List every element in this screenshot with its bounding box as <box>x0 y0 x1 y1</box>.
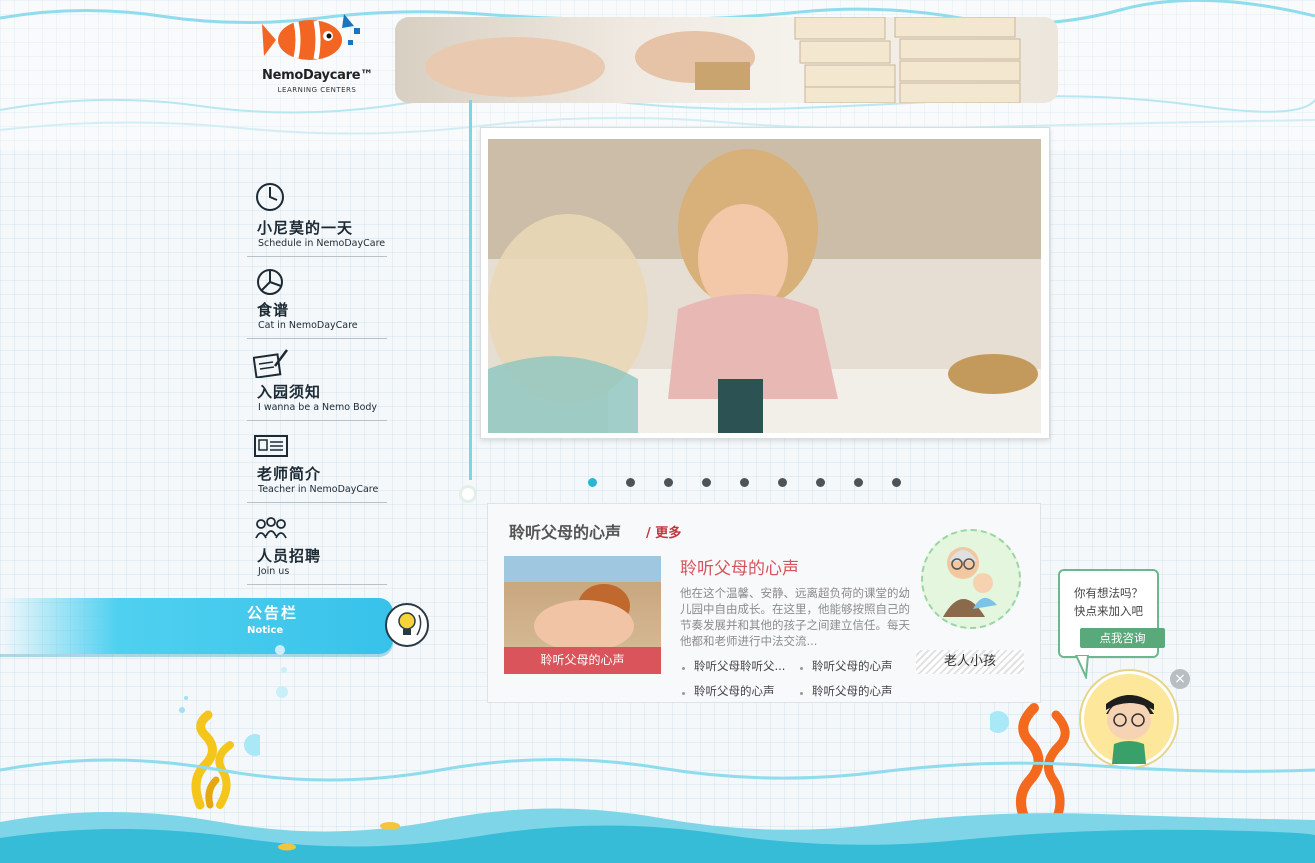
nav-label-cn: 入园须知 <box>257 383 322 401</box>
consult-bubble: 你有想法吗？ 快点来加入吧 点我咨询 <box>1058 569 1165 658</box>
nemo-daycare-logo[interactable]: NemoDaycare™ LEARNING CENTERS <box>262 10 373 102</box>
slideshow[interactable] <box>480 127 1050 439</box>
header-banner <box>395 17 1058 103</box>
article-description: 他在这个温馨、安静、远离超负荷的课堂的幼儿园中自由成长。在这里，他能够按照自己的… <box>680 586 910 648</box>
nav-label-cn: 小尼莫的一天 <box>257 219 354 237</box>
nav-label-cn: 人员招聘 <box>257 547 322 565</box>
thumbnail-caption: 聆听父母的心声 <box>504 647 661 674</box>
consult-line1: 你有想法吗？ <box>1074 586 1143 600</box>
nav-label-en: Join us <box>258 566 290 577</box>
pie-chart-icon <box>257 269 283 295</box>
nav-label-en: I wanna be a Nemo Body <box>258 402 378 413</box>
timeline-ring <box>459 485 477 503</box>
people-icon <box>255 517 287 539</box>
notepad-pen-icon <box>253 349 288 378</box>
notice-label-en: Notice <box>247 625 284 636</box>
nav-item-recruitment[interactable]: 人员招聘 Join us <box>247 512 387 585</box>
slide-dot[interactable] <box>778 478 787 487</box>
notice-label-cn: 公告栏 <box>247 604 299 622</box>
notice-tab[interactable]: 公告栏 Notice <box>0 598 393 654</box>
nav-item-admission[interactable]: 入园须知 I wanna be a Nemo Body <box>247 348 387 421</box>
tag-elderly-child[interactable]: 老人小孩 <box>916 650 1024 674</box>
nav-item-recipe[interactable]: 食谱 Cat in NemoDayCare <box>247 266 387 339</box>
lightbulb-icon[interactable] <box>385 603 429 647</box>
slide-dot[interactable] <box>892 478 901 487</box>
logo-subtitle: LEARNING CENTERS <box>277 86 357 94</box>
more-link[interactable]: / 更多 <box>646 522 681 541</box>
article-link[interactable]: 聆听父母聆听父... <box>681 658 785 674</box>
bubbles-decoration <box>275 645 288 698</box>
article-link[interactable]: 聆听父母的心声 <box>800 683 893 699</box>
logo-brand-text: NemoDaycare™ <box>262 68 373 83</box>
nav-item-schedule[interactable]: 小尼莫的一天 Schedule in NemoDayCare <box>247 182 387 257</box>
slide-photo <box>488 139 1041 433</box>
article-headline[interactable]: 聆听父母的心声 <box>680 554 799 579</box>
nav-label-en: Schedule in NemoDayCare <box>258 238 386 249</box>
close-icon[interactable]: × <box>1170 669 1190 689</box>
banner-photo <box>425 17 1021 103</box>
article-link[interactable]: 聆听父母的心声 <box>800 658 893 674</box>
id-card-icon <box>254 435 288 457</box>
article-thumbnail[interactable]: 聆听父母的心声 <box>504 556 661 674</box>
consult-line2: 快点来加入吧 <box>1074 604 1143 618</box>
slide-dot[interactable] <box>702 478 711 487</box>
sea-wave-decoration <box>0 757 1315 863</box>
clownfish-icon <box>262 14 360 60</box>
slide-dot[interactable] <box>588 478 597 487</box>
consult-button[interactable]: 点我咨询 <box>1080 628 1165 648</box>
parents-voice-panel: 聆听父母的心声 / 更多 聆听父母的心声 聆听父母的心声 他在这个温馨、安静、远… <box>487 503 1041 703</box>
slide-dot[interactable] <box>740 478 749 487</box>
slide-dot[interactable] <box>626 478 635 487</box>
nav-label-cn: 老师简介 <box>257 465 322 483</box>
slide-dot[interactable] <box>664 478 673 487</box>
slide-dot[interactable] <box>816 478 825 487</box>
nav-label-en: Teacher in NemoDayCare <box>258 484 379 495</box>
nav-item-teachers[interactable]: 老师简介 Teacher in NemoDayCare <box>247 430 387 503</box>
clock-icon <box>256 183 284 211</box>
timeline-line <box>469 100 472 480</box>
panel-title: 聆听父母的心声 <box>509 523 622 542</box>
nav-label-en: Cat in NemoDayCare <box>258 320 358 331</box>
nav-label-cn: 食谱 <box>257 301 290 319</box>
slide-dot[interactable] <box>854 478 863 487</box>
article-link[interactable]: 聆听父母的心声 <box>682 683 775 699</box>
grandparent-child-illustration <box>921 529 1021 629</box>
